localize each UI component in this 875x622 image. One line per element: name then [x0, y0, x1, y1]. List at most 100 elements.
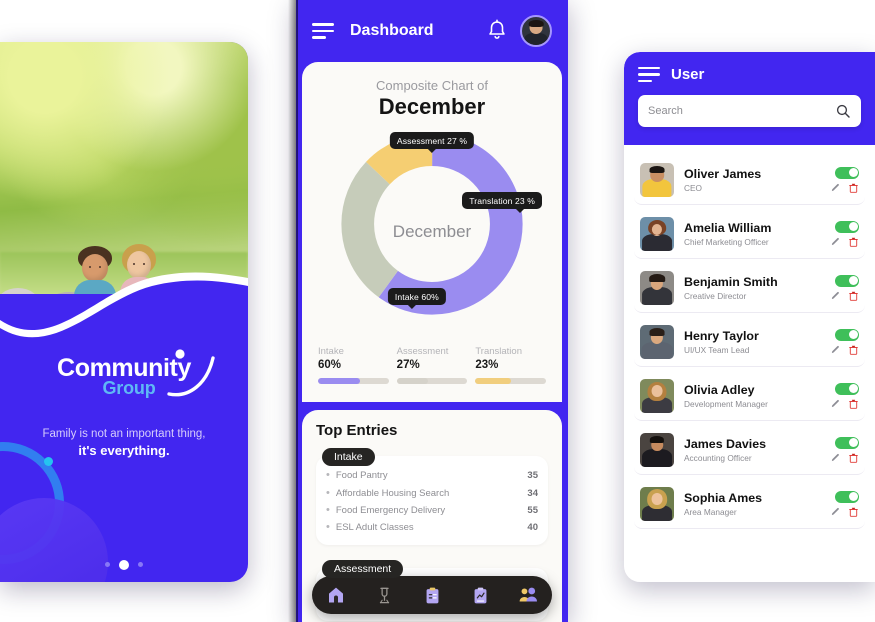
composite-chart-card: Composite Chart of December December Ass… [302, 62, 562, 402]
avatar [640, 433, 674, 467]
trash-icon[interactable] [848, 236, 859, 248]
tab-lab[interactable] [372, 583, 396, 607]
pencil-icon[interactable] [830, 344, 841, 355]
tooltip-assessment: Assessment 27 % [389, 132, 475, 149]
tooltip-translation: Translation 23 % [462, 192, 542, 209]
tab-home[interactable] [324, 583, 348, 607]
search-icon[interactable] [835, 103, 851, 119]
trash-icon[interactable] [848, 290, 859, 302]
group-chip: Assessment [322, 559, 404, 578]
wave-divider [0, 272, 248, 348]
table-row[interactable]: Henry Taylor UI/UX Team Lead [634, 318, 865, 367]
screenshot-root: Community Group Family is not an importa… [0, 0, 875, 622]
entry-label: Food Pantry [335, 470, 388, 482]
user-name: Henry Taylor [684, 329, 759, 344]
toggle-switch[interactable] [835, 274, 859, 287]
tab-reports[interactable] [468, 583, 492, 607]
user-avatar[interactable] [520, 15, 552, 47]
pencil-icon[interactable] [830, 290, 841, 301]
entry-row[interactable]: • ESL Adult Classes 40 [326, 519, 538, 536]
bullet-icon: • [326, 486, 330, 499]
trash-icon[interactable] [848, 452, 859, 464]
avatar [640, 325, 674, 359]
table-row[interactable]: Benjamin Smith Creative Director [634, 264, 865, 313]
stat-assessment: Assessment 27% [396, 346, 468, 384]
page-dot-2[interactable] [119, 559, 129, 570]
stat-name: Translation [475, 346, 522, 357]
tooltip-intake: Intake 60% [387, 288, 446, 305]
people-icon [519, 587, 537, 602]
avatar-hair [528, 19, 544, 28]
user-role: Chief Marketing Officer [684, 236, 769, 247]
brand-logo: Community Group [0, 349, 248, 399]
decor-dot [44, 457, 53, 466]
page-dot-1[interactable] [105, 562, 110, 567]
bell-icon[interactable] [486, 19, 508, 43]
page-dot-3[interactable] [138, 562, 143, 567]
hamburger-icon[interactable] [638, 66, 660, 83]
trash-icon[interactable] [848, 344, 859, 356]
avatar [640, 487, 674, 521]
pencil-icon[interactable] [830, 182, 841, 193]
stat-bar [475, 378, 547, 384]
user-role: CEO [684, 182, 702, 193]
stat-bar [396, 378, 468, 384]
dashboard-panel: Dashboard Composite Chart of December De… [296, 0, 568, 622]
stat-bar [318, 378, 389, 384]
clipboard-chart-icon [474, 587, 486, 603]
entry-row[interactable]: • Food Pantry 35 [326, 467, 538, 484]
logo-swoosh-icon [167, 349, 215, 397]
splash-screen-panel: Community Group Family is not an importa… [0, 42, 248, 582]
entry-label: ESL Adult Classes [335, 522, 414, 534]
clipboard-list-icon [426, 587, 438, 603]
user-header: User [624, 52, 875, 145]
bottom-tab-bar [312, 576, 552, 614]
toggle-switch[interactable] [835, 490, 859, 503]
table-row[interactable]: James Davies Accounting Officer [634, 426, 865, 475]
group-chip: Intake [322, 448, 375, 466]
trash-icon[interactable] [848, 506, 859, 518]
tab-users[interactable] [516, 583, 540, 607]
table-row[interactable]: Olivia Adley Development Manager [634, 372, 865, 421]
pencil-icon[interactable] [830, 452, 841, 463]
page-indicator[interactable] [0, 559, 248, 570]
entry-group-intake: Intake • Food Pantry 35 • Affordable Hou… [316, 447, 548, 545]
toggle-switch[interactable] [835, 328, 859, 341]
hamburger-icon[interactable] [312, 23, 334, 39]
toggle-switch[interactable] [835, 436, 859, 449]
search-bar[interactable] [638, 95, 861, 127]
group-rows: • Food Pantry 35 • Affordable Housing Se… [316, 456, 548, 545]
pencil-icon[interactable] [830, 236, 841, 247]
toggle-switch[interactable] [835, 220, 859, 233]
toggle-switch[interactable] [835, 166, 859, 179]
stat-name: Intake [318, 346, 344, 357]
entry-label: Food Emergency Delivery [335, 504, 446, 516]
avatar [640, 217, 674, 251]
table-row[interactable]: Sophia Ames Area Manager [634, 480, 865, 529]
tab-forms[interactable] [420, 583, 444, 607]
trash-icon[interactable] [848, 182, 859, 194]
search-input[interactable] [648, 105, 835, 117]
stat-name: Assessment [396, 346, 449, 357]
toggle-switch[interactable] [835, 382, 859, 395]
home-icon [329, 587, 343, 603]
stat-value: 23% [475, 359, 499, 371]
top-entries-title: Top Entries [316, 422, 398, 439]
stat-value: 27% [396, 359, 420, 371]
chart-subtitle: Composite Chart of [376, 78, 488, 93]
entry-row[interactable]: • Food Emergency Delivery 55 [326, 502, 538, 519]
entry-value: 40 [527, 522, 538, 534]
trash-icon[interactable] [848, 398, 859, 410]
pencil-icon[interactable] [830, 506, 841, 517]
page-title: Dashboard [350, 22, 434, 39]
table-row[interactable]: Oliver James CEO [634, 156, 865, 205]
user-role: Accounting Officer [684, 452, 752, 463]
user-name: Olivia Adley [684, 383, 755, 398]
table-row[interactable]: Amelia William Chief Marketing Officer [634, 210, 865, 259]
avatar [640, 163, 674, 197]
pencil-icon[interactable] [830, 398, 841, 409]
user-rows: Oliver James CEO Amelia William Chief Ma… [624, 145, 875, 539]
entry-row[interactable]: • Affordable Housing Search 34 [326, 484, 538, 501]
user-name: Sophia Ames [684, 491, 763, 506]
entry-value: 55 [527, 504, 538, 516]
